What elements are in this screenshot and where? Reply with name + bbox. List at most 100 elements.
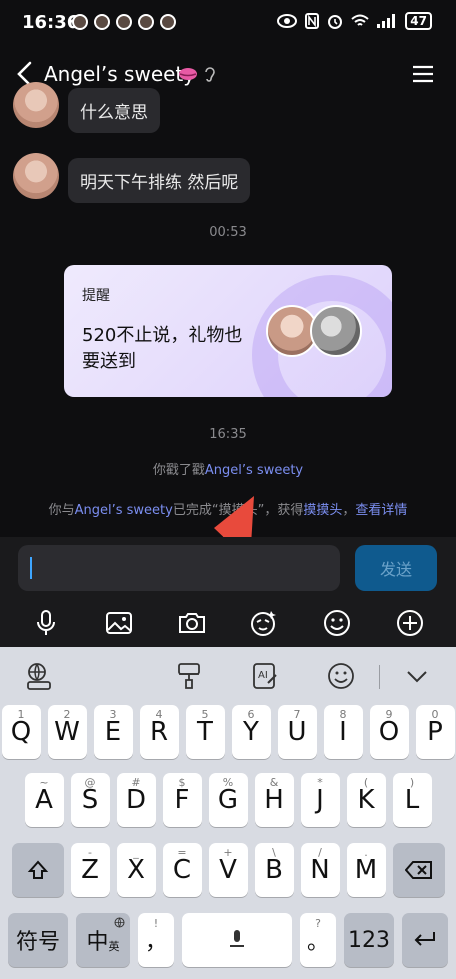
key-z[interactable]: -Z <box>70 843 110 897</box>
key-f[interactable]: $ F <box>162 773 202 827</box>
key-sublabel: 5 <box>201 708 209 721</box>
key-b[interactable]: \ B <box>254 843 294 897</box>
key-a[interactable]: ~ A <box>24 773 64 827</box>
key-y[interactable]: 6Y <box>231 705 271 759</box>
key-sublabel: * <box>317 776 323 789</box>
key-o[interactable]: 9O <box>369 705 409 759</box>
key-sublabel: ~ <box>39 776 49 789</box>
key-sublabel: # <box>131 776 141 789</box>
key-label: T <box>197 717 213 747</box>
key-sublabel: & <box>269 776 279 789</box>
key-label: U <box>287 717 307 747</box>
key-label: D <box>125 785 147 815</box>
ai-writing-icon[interactable]: AI <box>250 661 280 691</box>
key-k[interactable]: (K <box>346 773 386 827</box>
key-sublabel: + <box>223 846 233 859</box>
key-label: W <box>54 717 80 747</box>
key-sublabel: % <box>222 776 234 789</box>
key-j[interactable]: * J <box>300 773 340 827</box>
key-label: N <box>310 855 330 885</box>
key-label: F <box>174 785 190 815</box>
period-key[interactable]: ? 。 <box>300 913 336 967</box>
key-label: C <box>172 855 192 885</box>
key-sublabel: @ <box>84 776 96 789</box>
globe-icon <box>114 917 125 928</box>
key-x[interactable]: _ X <box>116 843 156 897</box>
key-i[interactable]: 8I <box>323 705 363 759</box>
key-m[interactable]: .M <box>346 843 386 897</box>
key-t[interactable]: 5T <box>185 705 225 759</box>
key-label: S <box>81 785 99 815</box>
collapse-keyboard-icon[interactable] <box>402 661 432 691</box>
keyboard: AI 1Q2W3E4R5T6Y7U8I9O0P ~ A @ S # D $ F% G & H * J(K… <box>0 647 456 979</box>
key-l[interactable]: ) L <box>392 773 432 827</box>
key-w[interactable]: 2W <box>47 705 87 759</box>
key-label: Z <box>81 855 99 885</box>
sticker-icon[interactable] <box>249 608 279 638</box>
key-sublabel: 0 <box>431 708 439 721</box>
key-sublabel: \ <box>272 846 276 859</box>
key-p[interactable]: 0P <box>415 705 455 759</box>
key-sublabel: 9 <box>385 708 393 721</box>
key-label: M <box>354 855 378 885</box>
key-sublabel: 2 <box>63 708 71 721</box>
key-d[interactable]: # D <box>116 773 156 827</box>
key-sublabel: $ <box>178 776 186 789</box>
emoji-icon[interactable] <box>322 608 352 638</box>
key-r[interactable]: 4R <box>139 705 179 759</box>
microphone-icon[interactable] <box>31 608 61 638</box>
key-sublabel: 7 <box>293 708 301 721</box>
key-n[interactable]: / N <box>300 843 340 897</box>
key-label: 中 <box>86 930 109 955</box>
comma-key[interactable]: ! ， <box>138 913 174 967</box>
key-label: O <box>378 717 400 747</box>
key-label: A <box>35 785 53 815</box>
key-label: 123 <box>348 927 390 953</box>
toolbar <box>0 599 456 647</box>
key-q[interactable]: 1Q <box>1 705 41 759</box>
backspace-key[interactable] <box>392 843 445 897</box>
key-g[interactable]: % G <box>208 773 248 827</box>
key-sublabel: / <box>318 846 322 859</box>
camera-icon[interactable] <box>177 608 207 638</box>
send-button[interactable]: 发送 <box>355 545 437 591</box>
key-label: R <box>149 717 169 747</box>
backspace-icon <box>404 861 432 879</box>
enter-key[interactable] <box>402 913 448 967</box>
numbers-key[interactable]: 123 <box>344 913 394 967</box>
key-label: B <box>265 855 283 885</box>
shift-key[interactable] <box>11 843 64 897</box>
key-u[interactable]: 7U <box>277 705 317 759</box>
paintbrush-icon[interactable] <box>174 661 204 691</box>
language-switch-key[interactable]: 中 英 <box>76 913 130 967</box>
keyboard-globe-icon[interactable] <box>24 661 54 691</box>
key-label: I <box>339 717 347 747</box>
emoji-keyboard-icon[interactable] <box>326 661 356 691</box>
key-label: X <box>127 855 145 885</box>
message-input[interactable] <box>18 545 340 591</box>
key-c[interactable]: = C <box>162 843 202 897</box>
key-label: J <box>316 785 324 815</box>
key-h[interactable]: & H <box>254 773 294 827</box>
add-icon[interactable] <box>395 608 425 638</box>
shift-icon <box>27 860 48 879</box>
key-sublabel: _ <box>133 846 139 859</box>
keyboard-row: ~ A @ S # D $ F% G & H * J(K) L <box>0 773 456 827</box>
key-label: P <box>427 717 443 747</box>
key-s[interactable]: @ S <box>70 773 110 827</box>
key-label: G <box>217 785 239 815</box>
symbols-key[interactable]: 符号 <box>8 913 68 967</box>
key-label: E <box>104 717 122 747</box>
key-sublabel: 3 <box>109 708 117 721</box>
key-v[interactable]: + V <box>208 843 248 897</box>
key-label: K <box>357 785 375 815</box>
key-label: L <box>404 785 420 815</box>
key-e[interactable]: 3E <box>93 705 133 759</box>
space-key[interactable] <box>182 913 292 967</box>
microphone-icon <box>230 930 244 947</box>
key-sublabel: ! <box>153 917 159 930</box>
image-icon[interactable] <box>104 608 134 638</box>
screen: 16:36 47 Angel’s sweety 什么意思 明天下午排练 然后呢 <box>0 0 456 979</box>
enter-icon <box>414 932 435 946</box>
key-sublabel: = <box>177 846 187 859</box>
